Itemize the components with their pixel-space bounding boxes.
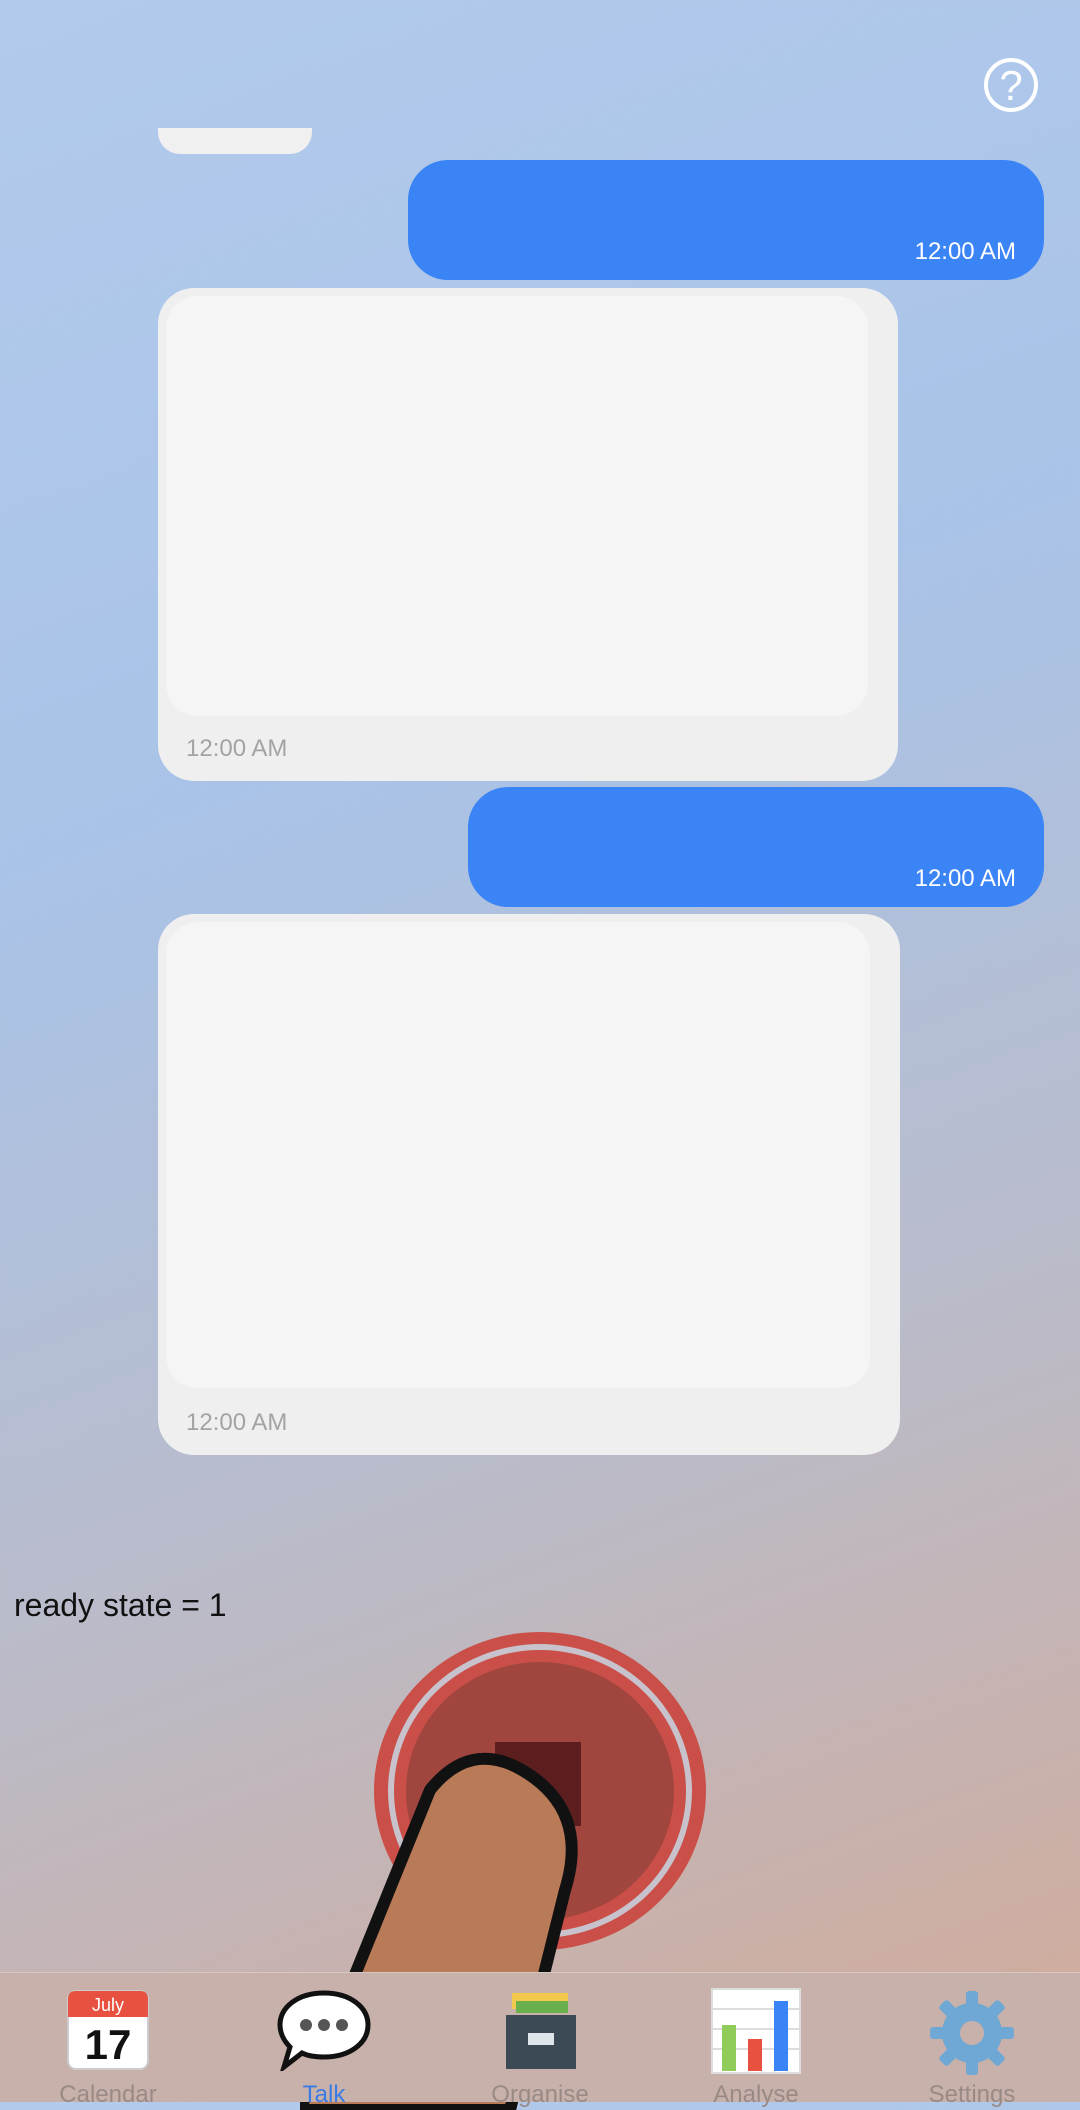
gear-icon	[930, 1991, 1014, 2075]
bottom-tab-bar: July 17 Calendar Talk Organise Analyse S…	[0, 1972, 1080, 2108]
partial-incoming-bubble	[158, 128, 312, 154]
ready-state-text: ready state = 1	[14, 1587, 227, 1623]
tab-label: Calendar	[59, 2081, 157, 2108]
message-content-area	[166, 296, 868, 716]
calendar-icon: July 17	[67, 1990, 149, 2070]
bar-chart-icon	[711, 1988, 801, 2074]
file-cabinet-icon	[506, 1993, 576, 2069]
tab-calendar[interactable]: July 17 Calendar	[0, 1973, 216, 2108]
tab-label: Settings	[928, 2081, 1016, 2108]
tab-settings[interactable]: Settings	[864, 1973, 1080, 2108]
message-time: 12:00 AM	[186, 735, 288, 762]
tab-label: Analyse	[713, 2081, 799, 2108]
help-button[interactable]: ?	[984, 58, 1038, 112]
message-time: 12:00 AM	[914, 238, 1016, 265]
calendar-day: 17	[85, 2021, 132, 2068]
calendar-month: July	[92, 1995, 124, 2015]
tab-label: Organise	[491, 2081, 589, 2108]
message-time: 12:00 AM	[186, 1409, 288, 1436]
tab-label: Talk	[302, 2081, 346, 2108]
message-time: 12:00 AM	[914, 865, 1016, 892]
speech-bubble-icon	[277, 1990, 371, 2071]
tab-talk[interactable]: Talk	[216, 1973, 432, 2108]
question-mark-icon: ?	[999, 62, 1023, 109]
message-content-area	[166, 922, 870, 1388]
outgoing-message-bubble[interactable]: 12:00 AM	[408, 160, 1044, 280]
incoming-message-bubble[interactable]: 12:00 AM	[158, 288, 898, 781]
tab-organise[interactable]: Organise	[432, 1973, 648, 2108]
incoming-message-bubble[interactable]: 12:00 AM	[158, 914, 900, 1455]
outgoing-message-bubble[interactable]: 12:00 AM	[468, 787, 1044, 907]
tab-analyse[interactable]: Analyse	[648, 1973, 864, 2108]
